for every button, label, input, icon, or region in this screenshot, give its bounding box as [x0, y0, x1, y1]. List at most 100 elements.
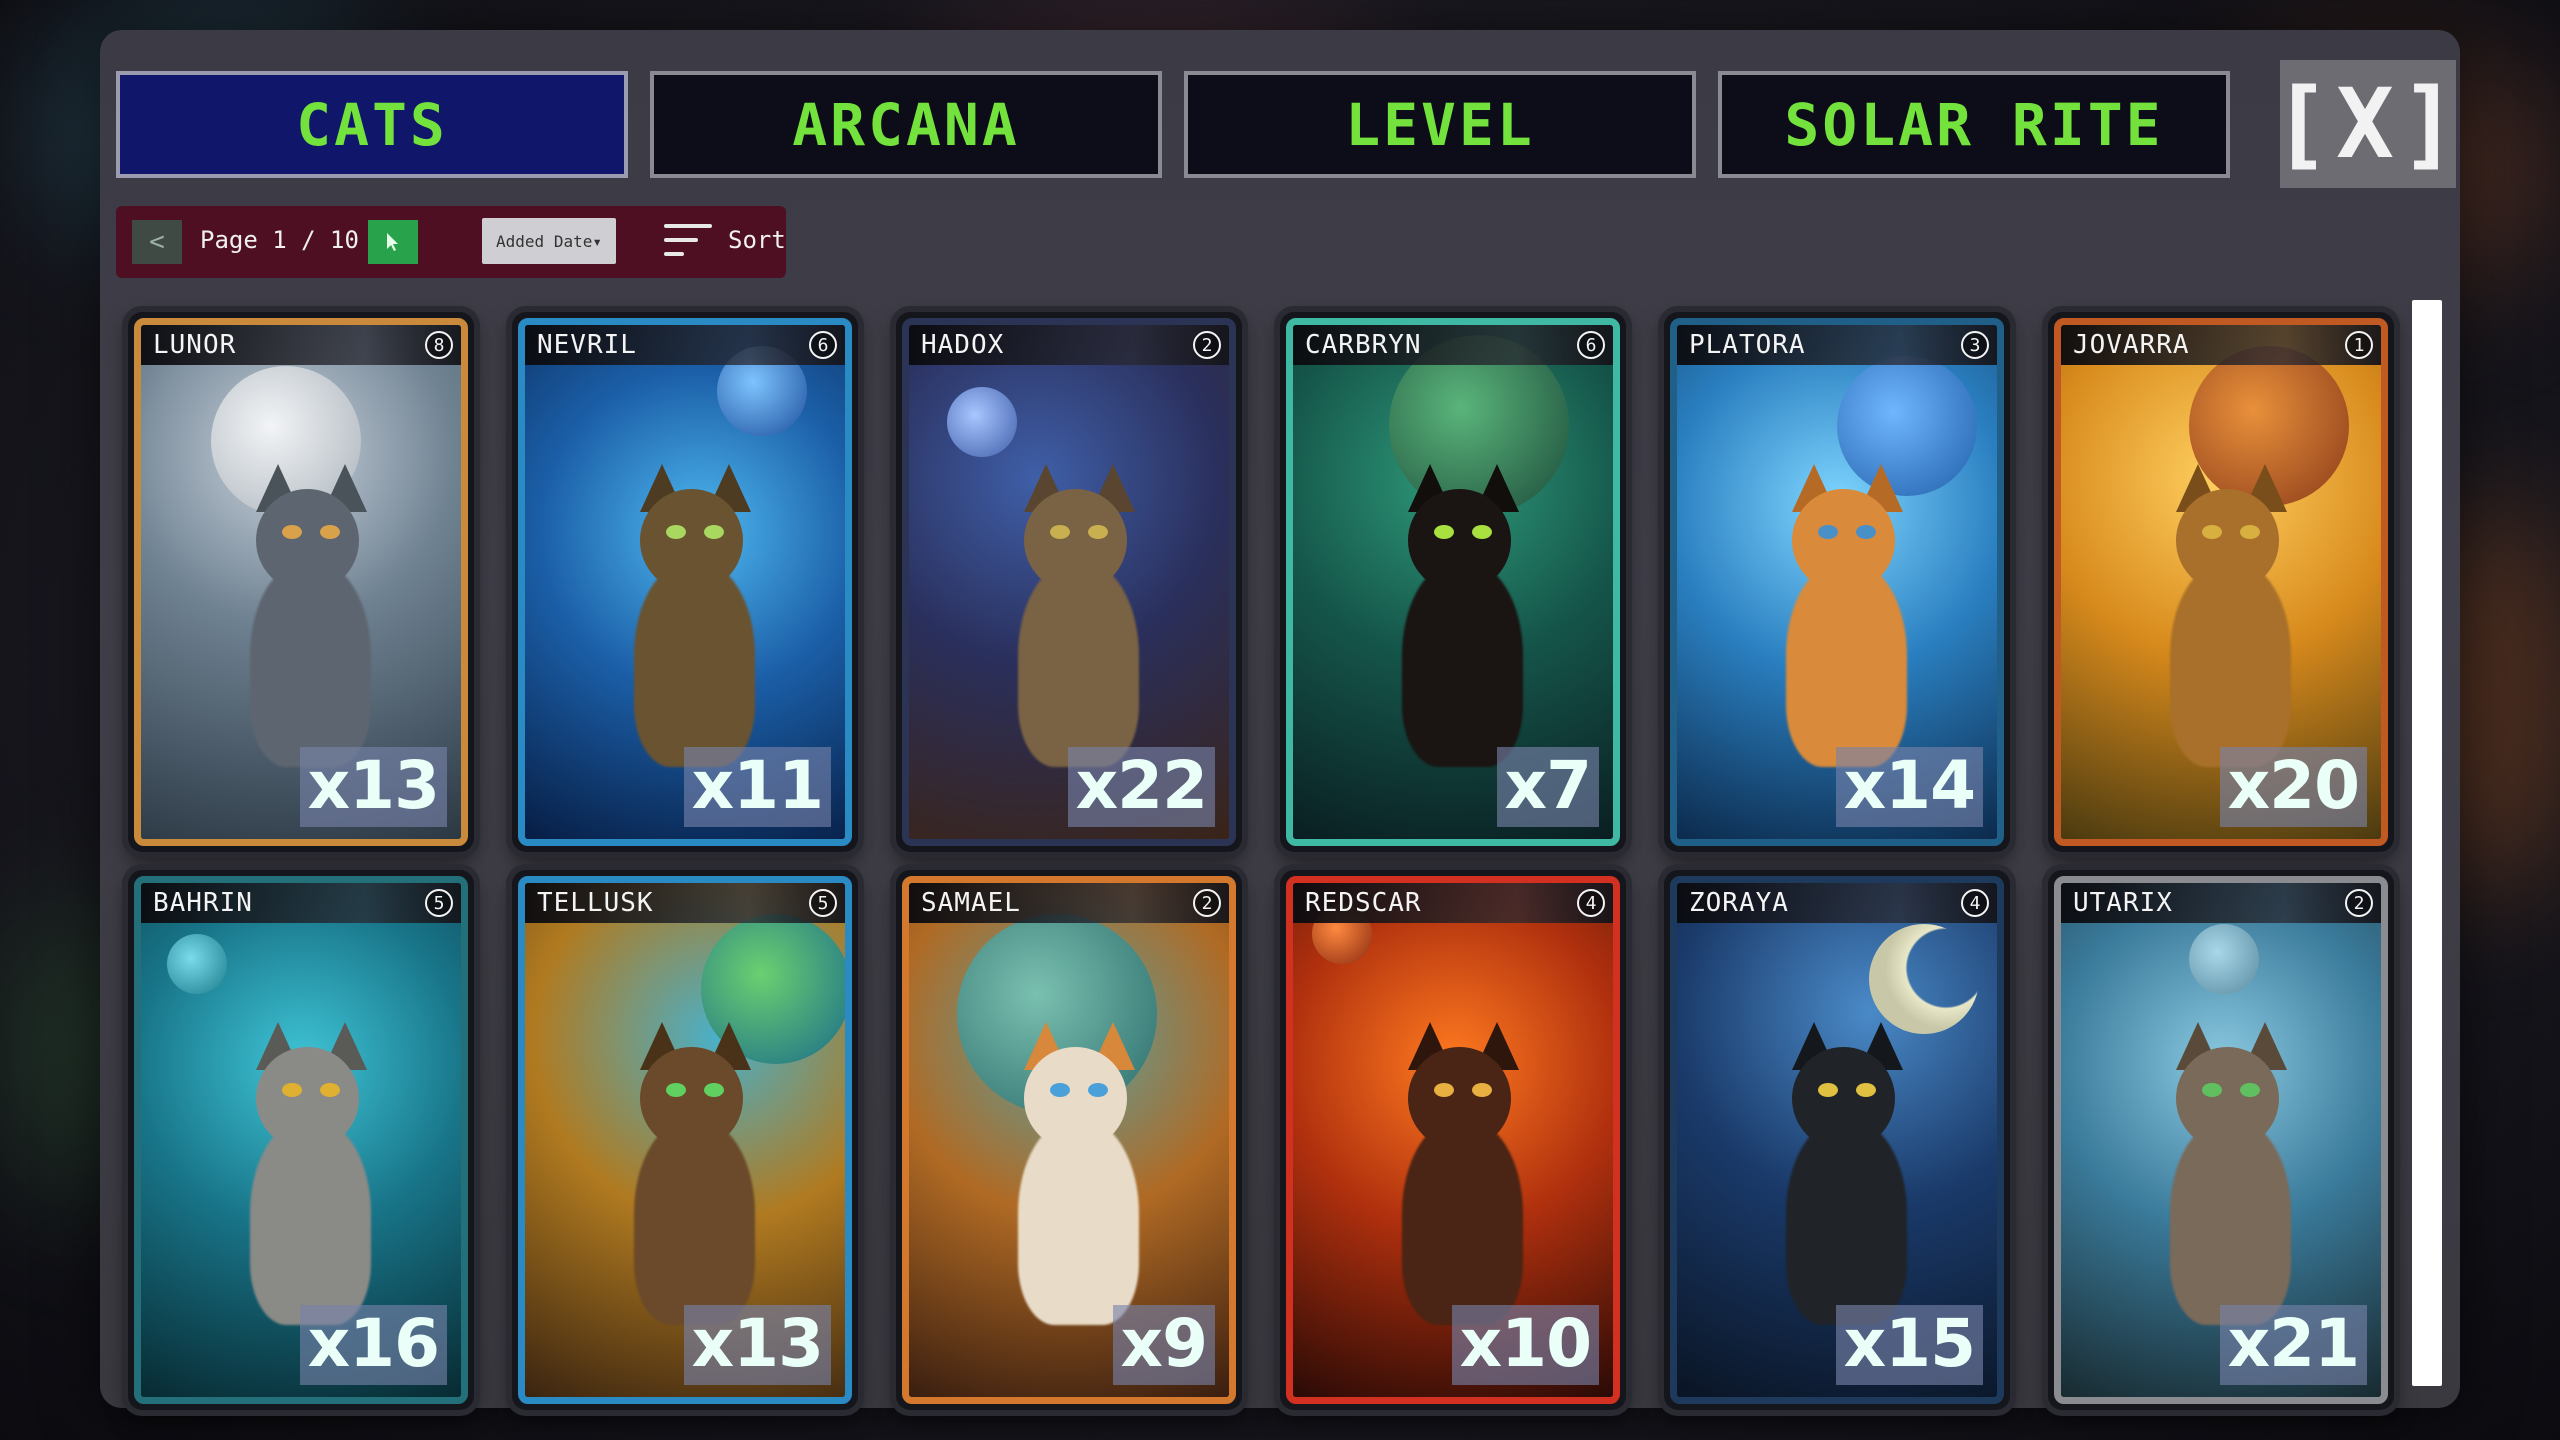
card-samael[interactable]: SAMAEL 2 x9: [896, 870, 1242, 1410]
celestial-body: [1837, 355, 1977, 496]
card-frame: TELLUSK 5 x13: [518, 876, 852, 1404]
sort-lines-icon[interactable]: [664, 224, 712, 260]
tab-cats[interactable]: CATS: [116, 71, 628, 178]
chevron-down-icon: ▾: [592, 231, 602, 251]
card-lunor[interactable]: LUNOR 8 x13: [128, 312, 474, 852]
card-header: HADOX 2: [909, 325, 1229, 365]
card-frame: BAHRIN 5 x16: [134, 876, 468, 1404]
card-header: UTARIX 2: [2061, 883, 2381, 923]
card-frame: JOVARRA 1 x20: [2054, 318, 2388, 846]
card-carbryn[interactable]: CARBRYN 6 x7: [1280, 312, 1626, 852]
prev-page-button[interactable]: <: [132, 220, 182, 264]
card-name: HADOX: [921, 330, 1005, 360]
celestial-body: [1869, 924, 1979, 1035]
level-badge: 5: [809, 889, 837, 917]
level-badge: 2: [1193, 889, 1221, 917]
card-count: x13: [683, 1305, 831, 1385]
card-header: CARBRYN 6: [1293, 325, 1613, 365]
level-badge: 2: [2345, 889, 2373, 917]
cat-head: [1792, 489, 1895, 593]
card-nevril[interactable]: NEVRIL 6 x11: [512, 312, 858, 852]
cursor-arrow-icon: [387, 233, 398, 251]
card-hadox[interactable]: HADOX 2 x22: [896, 312, 1242, 852]
card-redscar[interactable]: REDSCAR 4 x10: [1280, 870, 1626, 1410]
cat-body: [1401, 561, 1524, 768]
card-name: LUNOR: [153, 330, 237, 360]
card-frame: UTARIX 2 x21: [2054, 876, 2388, 1404]
pagination-bar: < Page 1 / 10 Added Date ▾ Sort: [116, 206, 786, 278]
card-count: x13: [299, 747, 447, 827]
card-header: LUNOR 8: [141, 325, 461, 365]
card-utarix[interactable]: UTARIX 2 x21: [2048, 870, 2394, 1410]
card-header: TELLUSK 5: [525, 883, 845, 923]
card-header: ZORAYA 4: [1677, 883, 1997, 923]
card-name: CARBRYN: [1305, 330, 1422, 360]
celestial-body: [947, 386, 1018, 457]
close-button[interactable]: [X]: [2272, 60, 2458, 188]
card-count: x10: [1451, 1305, 1599, 1385]
card-header: BAHRIN 5: [141, 883, 461, 923]
cat-body: [1401, 1119, 1524, 1326]
cat-head: [1408, 1047, 1511, 1151]
collection-panel: CATS ARCANA LEVEL SOLAR RITE [X] < Page …: [100, 30, 2460, 1410]
cat-body: [633, 1119, 756, 1326]
card-header: SAMAEL 2: [909, 883, 1229, 923]
level-badge: 6: [809, 331, 837, 359]
level-badge: 3: [1961, 331, 1989, 359]
card-name: JOVARRA: [2073, 330, 2190, 360]
card-header: REDSCAR 4: [1293, 883, 1613, 923]
card-frame: REDSCAR 4 x10: [1286, 876, 1620, 1404]
cat-head: [1024, 1047, 1127, 1151]
card-name: NEVRIL: [537, 330, 637, 360]
card-name: ZORAYA: [1689, 888, 1789, 918]
cat-head: [640, 489, 743, 593]
card-frame: HADOX 2 x22: [902, 318, 1236, 846]
card-platora[interactable]: PLATORA 3 x14: [1664, 312, 2010, 852]
celestial-body: [166, 934, 227, 995]
card-count: x11: [683, 747, 831, 827]
card-count: x21: [2219, 1305, 2367, 1385]
card-frame: LUNOR 8 x13: [134, 318, 468, 846]
next-page-button[interactable]: [368, 220, 418, 264]
cat-head: [640, 1047, 743, 1151]
card-count: x20: [2219, 747, 2367, 827]
cat-head: [2176, 1047, 2279, 1151]
cat-body: [2169, 1119, 2292, 1326]
level-badge: 1: [2345, 331, 2373, 359]
card-frame: PLATORA 3 x14: [1670, 318, 2004, 846]
card-frame: ZORAYA 4 x15: [1670, 876, 2004, 1404]
cat-body: [249, 1119, 372, 1326]
card-jovarra[interactable]: JOVARRA 1 x20: [2048, 312, 2394, 852]
cat-body: [2169, 561, 2292, 768]
card-bahrin[interactable]: BAHRIN 5 x16: [128, 870, 474, 1410]
cat-head: [1408, 489, 1511, 593]
card-count: x16: [299, 1305, 447, 1385]
level-badge: 4: [1961, 889, 1989, 917]
tab-arcana[interactable]: ARCANA: [650, 71, 1162, 178]
sort-field-dropdown[interactable]: Added Date ▾: [482, 218, 616, 264]
celestial-body: [2189, 924, 2259, 995]
cat-head: [1024, 489, 1127, 593]
sort-button[interactable]: Sort: [728, 226, 786, 254]
tab-solar-rite[interactable]: SOLAR RITE: [1718, 71, 2230, 178]
page-indicator: Page 1 / 10: [200, 226, 359, 254]
sort-field-value: Added Date: [496, 231, 593, 251]
card-zoraya[interactable]: ZORAYA 4 x15: [1664, 870, 2010, 1410]
card-name: REDSCAR: [1305, 888, 1422, 918]
cat-head: [2176, 489, 2279, 593]
card-frame: NEVRIL 6 x11: [518, 318, 852, 846]
card-name: BAHRIN: [153, 888, 253, 918]
card-count: x7: [1496, 747, 1599, 827]
scrollbar[interactable]: [2412, 300, 2442, 1386]
cat-body: [1017, 561, 1140, 768]
cat-head: [256, 489, 359, 593]
card-header: NEVRIL 6: [525, 325, 845, 365]
card-header: JOVARRA 1: [2061, 325, 2381, 365]
card-count: x14: [1835, 747, 1983, 827]
card-count: x15: [1835, 1305, 1983, 1385]
card-tellusk[interactable]: TELLUSK 5 x13: [512, 870, 858, 1410]
level-badge: 8: [425, 331, 453, 359]
card-header: PLATORA 3: [1677, 325, 1997, 365]
tab-level[interactable]: LEVEL: [1184, 71, 1696, 178]
level-badge: 6: [1577, 331, 1605, 359]
